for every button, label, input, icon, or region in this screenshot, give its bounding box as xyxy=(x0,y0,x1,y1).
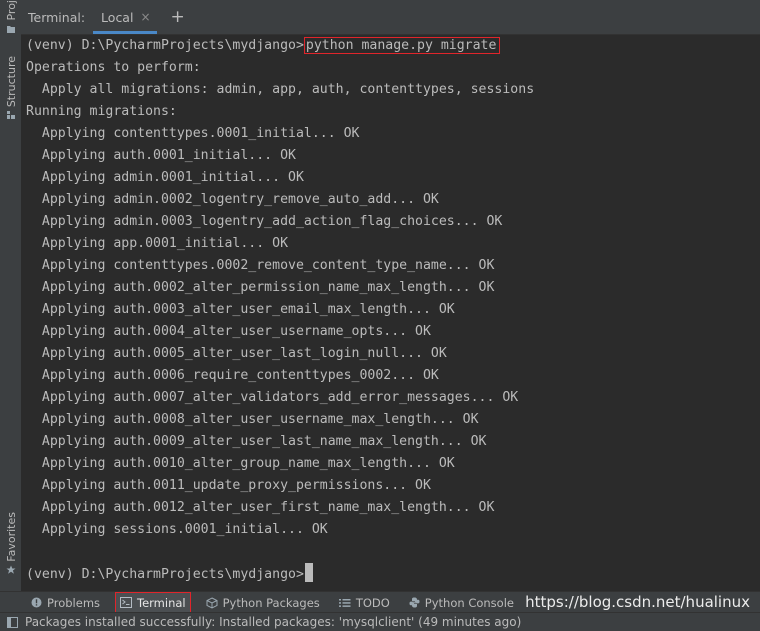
tab-local-label: Local xyxy=(101,9,134,25)
status-bar: Packages installed successfully: Install… xyxy=(0,612,760,631)
command-line: (venv) D:\PycharmProjects\mydjango> pytho… xyxy=(26,35,760,57)
status-panel-icon[interactable] xyxy=(7,616,18,628)
todo-button[interactable]: TODO xyxy=(335,593,394,612)
star-icon xyxy=(6,565,16,574)
output-line: Applying auth.0010_alter_group_name_max_… xyxy=(26,456,455,471)
output-line: Operations to perform: xyxy=(26,60,201,75)
output-line: Applying admin.0001_initial... OK xyxy=(26,170,304,185)
add-tab-icon[interactable]: + xyxy=(171,8,185,26)
output-line: Applying auth.0004_alter_user_username_o… xyxy=(26,324,431,339)
terminal-tab-bar: Terminal: Local × + xyxy=(21,0,760,35)
terminal-label: Terminal xyxy=(137,595,186,610)
tab-local[interactable]: Local × xyxy=(93,0,157,34)
python-packages-label: Python Packages xyxy=(222,595,320,610)
favorites-tab-label: Favorites xyxy=(4,512,18,562)
text-cursor xyxy=(304,563,313,582)
project-tool-tab[interactable]: Proj xyxy=(2,0,20,37)
output-line: Applying admin.0002_logentry_remove_auto… xyxy=(26,192,439,207)
output-line: Applying auth.0003_alter_user_email_max_… xyxy=(26,302,455,317)
todo-label: TODO xyxy=(355,595,390,610)
output-line: Applying auth.0008_alter_user_username_m… xyxy=(26,412,479,427)
terminal-caption: Terminal: xyxy=(28,9,86,25)
watermark-text: https://blog.csdn.net/hualinux xyxy=(525,593,750,611)
output-lines: Operations to perform: Apply all migrati… xyxy=(26,57,760,563)
terminal-icon xyxy=(120,597,133,608)
left-tool-strip: Proj Structure Favorites xyxy=(0,0,22,611)
prompt-text: (venv) D:\PycharmProjects\mydjango> xyxy=(26,38,304,53)
todo-icon xyxy=(338,598,351,607)
output-line: Applying auth.0002_alter_permission_name… xyxy=(26,280,495,295)
output-line: Applying contenttypes.0002_remove_conten… xyxy=(26,258,495,273)
output-line: Applying auth.0011_update_proxy_permissi… xyxy=(26,478,431,493)
close-icon[interactable]: × xyxy=(140,10,150,24)
structure-tool-tab[interactable]: Structure xyxy=(2,56,20,123)
tool-window-bar: Problems Terminal Python Packages TODO P… xyxy=(0,591,760,613)
output-line: Apply all migrations: admin, app, auth, … xyxy=(26,82,535,97)
terminal-output[interactable]: (venv) D:\PycharmProjects\mydjango> pytho… xyxy=(21,35,760,591)
structure-icon xyxy=(7,111,15,120)
problems-button[interactable]: Problems xyxy=(27,593,104,612)
output-line: Applying admin.0003_logentry_add_action_… xyxy=(26,214,503,229)
output-line: Applying auth.0012_alter_user_first_name… xyxy=(26,500,495,515)
python-packages-button[interactable]: Python Packages xyxy=(202,593,324,612)
python-icon xyxy=(409,597,420,608)
final-prompt-text: (venv) D:\PycharmProjects\mydjango> xyxy=(26,567,304,582)
problems-icon xyxy=(31,597,42,608)
problems-label: Problems xyxy=(47,595,101,610)
output-line: Applying auth.0006_require_contenttypes_… xyxy=(26,368,439,383)
command-text: python manage.py migrate xyxy=(303,37,501,54)
python-console-button[interactable]: Python Console xyxy=(405,593,518,612)
output-line: Applying auth.0005_alter_user_last_login… xyxy=(26,346,447,361)
output-line: Applying auth.0007_alter_validators_add_… xyxy=(26,390,519,405)
status-message[interactable]: Packages installed successfully: Install… xyxy=(25,615,521,629)
output-line: Applying app.0001_initial... OK xyxy=(26,236,289,251)
output-line: Applying auth.0009_alter_user_last_name_… xyxy=(26,434,487,449)
output-line: Applying contenttypes.0001_initial... OK xyxy=(26,126,360,141)
final-prompt-line[interactable]: (venv) D:\PycharmProjects\mydjango> xyxy=(26,563,760,585)
output-line: Applying sessions.0001_initial... OK xyxy=(26,522,328,537)
favorites-tool-tab[interactable]: Favorites xyxy=(2,512,20,578)
terminal-button[interactable]: Terminal xyxy=(115,592,191,613)
packages-icon xyxy=(206,596,218,609)
output-line: Applying auth.0001_initial... OK xyxy=(26,148,296,163)
project-tab-label: Proj xyxy=(4,0,18,21)
output-line: Running migrations: xyxy=(26,104,177,119)
python-console-label: Python Console xyxy=(424,595,514,610)
folder-icon xyxy=(7,25,15,33)
structure-tab-label: Structure xyxy=(4,56,18,108)
